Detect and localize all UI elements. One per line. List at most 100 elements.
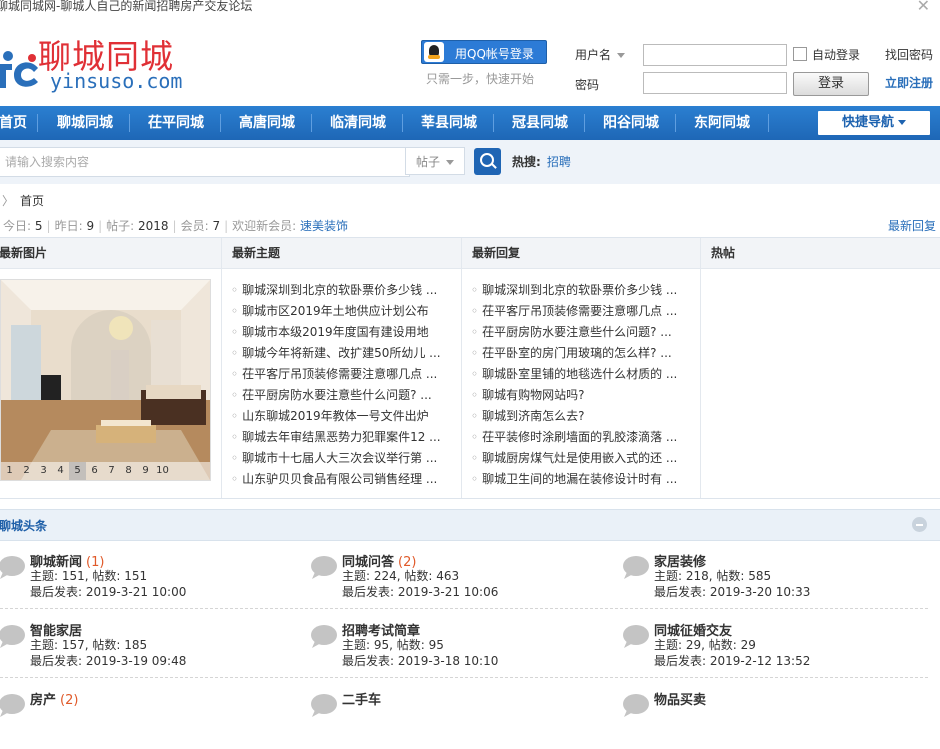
nav-item-linqing[interactable]: 临清同城 <box>330 106 386 140</box>
forum-name[interactable]: 房产 (2) <box>30 689 78 708</box>
find-password-link[interactable]: 找回密码 <box>885 46 933 63</box>
forum-last-post[interactable]: 最后发表: 2019-2-12 13:52 <box>654 652 810 669</box>
slider-page-button[interactable]: 2 <box>18 462 35 480</box>
slider-page-button[interactable]: 10 <box>154 462 171 480</box>
slider-page-button[interactable]: 7 <box>103 462 120 480</box>
topic-link[interactable]: 茌平厨房防水要注意些什么问题? ... <box>231 385 446 406</box>
quick-nav-button[interactable]: 快捷导航 <box>818 111 930 135</box>
forum-item[interactable]: 家居装修 主题: 218, 帖数: 585 最后发表: 2019-3-20 10:3… <box>621 551 921 611</box>
column-divider <box>221 238 222 498</box>
nav-divider <box>220 114 221 132</box>
topic-link[interactable]: 茌平客厅吊顶装修需要注意哪几点 ... <box>231 364 446 385</box>
slider-page-button[interactable]: 9 <box>137 462 154 480</box>
username-label: 用户名 <box>575 48 612 62</box>
living-room-photo <box>1 280 210 480</box>
chevron-down-icon <box>446 160 455 165</box>
col-title-latest-images: 最新图片 <box>0 246 48 260</box>
forum-item[interactable]: 智能家居 主题: 157, 帖数: 185 最后发表: 2019-3-19 09:4… <box>0 620 297 680</box>
chevron-down-icon <box>617 53 626 58</box>
forum-last-post[interactable]: 最后发表: 2019-3-19 09:48 <box>30 652 186 669</box>
nav-divider <box>768 114 769 132</box>
topic-link[interactable]: 聊城市十七届人大三次会议举行第 ... <box>231 448 446 469</box>
reply-link[interactable]: 茌平卧室的房门用玻璃的怎么样? ... <box>471 343 686 364</box>
latest-reply-link[interactable]: 最新回复 <box>888 217 936 234</box>
forum-last-post[interactable]: 最后发表: 2019-3-21 10:06 <box>342 583 498 600</box>
nav-item-home[interactable]: 首页 <box>0 106 27 140</box>
logo-domain[interactable]: yinsuso.com <box>50 69 182 93</box>
reply-link[interactable]: 聊城深圳到北京的软卧票价多少钱 ... <box>471 280 686 301</box>
reply-link[interactable]: 聊城卫生间的地漏在装修设计时有 ... <box>471 469 686 490</box>
topic-link[interactable]: 聊城去年审结黑恶势力犯罪案件12 ... <box>231 427 446 448</box>
nav-item-chiping[interactable]: 茌平同城 <box>148 106 204 140</box>
nav-item-yanggu[interactable]: 阳谷同城 <box>603 106 659 140</box>
reply-link[interactable]: 聊城到济南怎么去? <box>471 406 686 427</box>
forum-item[interactable]: 物品买卖 <box>621 689 921 749</box>
topic-link[interactable]: 聊城市本级2019年度国有建设用地 <box>231 322 446 343</box>
close-icon[interactable]: ✕ <box>917 0 930 15</box>
slider-page-button[interactable]: 3 <box>35 462 52 480</box>
forum-last-post[interactable]: 最后发表: 2019-3-21 10:00 <box>30 583 186 600</box>
featured-image[interactable]: 1 2 3 4 5 6 7 8 9 10 <box>0 279 211 481</box>
reply-link[interactable]: 茌平装修时涂刷墙面的乳胶漆滴落 ... <box>471 427 686 448</box>
forum-item[interactable]: 同城问答 (2) 主题: 224, 帖数: 463 最后发表: 2019-3-21 1… <box>309 551 609 611</box>
forum-item[interactable]: 招聘考试简章 主题: 95, 帖数: 95 最后发表: 2019-3-18 10:1… <box>309 620 609 680</box>
search-type-select[interactable]: 帖子 <box>405 147 465 175</box>
search-button[interactable] <box>474 148 501 175</box>
reply-link[interactable]: 茌平厨房防水要注意些什么问题? ... <box>471 322 686 343</box>
forum-stats: 主题: 29, 帖数: 29 <box>654 638 756 652</box>
register-link[interactable]: 立即注册 <box>885 74 933 91</box>
search-input[interactable]: 请输入搜索内容 <box>0 147 410 177</box>
nav-item-donge[interactable]: 东阿同城 <box>694 106 750 140</box>
stat-yesterday-label: 昨日: <box>54 219 83 233</box>
search-type-label: 帖子 <box>416 155 441 169</box>
forum-item[interactable]: 聊城新闻 (1) 主题: 151, 帖数: 151 最后发表: 2019-3-21 1… <box>0 551 297 611</box>
forum-name[interactable]: 物品买卖 <box>654 689 710 708</box>
qq-login-button[interactable]: 用QQ帐号登录 <box>421 40 547 64</box>
breadcrumb-home[interactable]: 首页 <box>20 194 44 208</box>
password-input[interactable] <box>643 72 787 94</box>
slider-page-button[interactable]: 1 <box>1 462 18 480</box>
forum-item[interactable]: 二手车 <box>309 689 609 749</box>
remember-me-checkbox[interactable]: 自动登录 <box>793 46 860 63</box>
topic-link[interactable]: 聊城今年将新建、改扩建50所幼儿 ... <box>231 343 446 364</box>
category-title[interactable]: 聊城头条 <box>0 517 47 534</box>
username-input[interactable] <box>643 44 787 66</box>
topic-link[interactable]: 聊城市区2019年土地供应计划公布 <box>231 301 446 322</box>
topic-link[interactable]: 山东聊城2019年教体一号文件出炉 <box>231 406 446 427</box>
new-topics-list: 聊城深圳到北京的软卧票价多少钱 ...聊城市区2019年土地供应计划公布聊城市本… <box>231 280 446 490</box>
nav-divider <box>584 114 585 132</box>
forum-item[interactable]: 同城征婚交友 主题: 29, 帖数: 29 最后发表: 2019-2-12 13:5… <box>621 620 921 680</box>
reply-link[interactable]: 聊城厨房煤气灶是使用嵌入式的还 ... <box>471 448 686 469</box>
username-type-select[interactable]: 用户名 <box>575 46 626 63</box>
logo-icon[interactable] <box>0 48 42 92</box>
reply-link[interactable]: 聊城有购物网站吗? <box>471 385 686 406</box>
forum-title[interactable]: 物品买卖 <box>654 693 706 708</box>
login-button[interactable]: 登录 <box>793 72 869 96</box>
slider-page-button[interactable]: 4 <box>52 462 69 480</box>
forum-name[interactable]: 二手车 <box>342 689 385 708</box>
nav-item-liaocheng[interactable]: 聊城同城 <box>57 106 113 140</box>
nav-item-shenxian[interactable]: 莘县同城 <box>421 106 477 140</box>
topic-link[interactable]: 山东驴贝贝食品有限公司销售经理 ... <box>231 469 446 490</box>
collapse-icon[interactable] <box>912 517 927 532</box>
forum-last-post[interactable]: 最后发表: 2019-3-20 10:33 <box>654 583 810 600</box>
site-stats: 今日: 5 | 昨日: 9 | 帖子: 2018 | 会员: 7 | 欢迎新会员: 速美装饰 <box>3 219 349 233</box>
window-title-bar: 聊城同城网-聊城人自己的新闻招聘房产交友论坛 ✕ <box>0 0 940 15</box>
topic-link[interactable]: 聊城深圳到北京的软卧票价多少钱 ... <box>231 280 446 301</box>
hot-search-term[interactable]: 招聘 <box>547 155 571 169</box>
slider-page-button[interactable]: 8 <box>120 462 137 480</box>
new-member-link[interactable]: 速美装饰 <box>300 219 348 233</box>
forum-last-post[interactable]: 最后发表: 2019-3-18 10:10 <box>342 652 498 669</box>
reply-link[interactable]: 茌平客厅吊顶装修需要注意哪几点 ... <box>471 301 686 322</box>
forum-stats: 主题: 151, 帖数: 151 <box>30 569 148 583</box>
chevron-right-icon: 〉 <box>2 194 15 208</box>
reply-link[interactable]: 聊城卧室里铺的地毯选什么材质的 ... <box>471 364 686 385</box>
slider-page-button[interactable]: 6 <box>86 462 103 480</box>
forum-title[interactable]: 二手车 <box>342 693 381 708</box>
slider-page-button[interactable]: 5 <box>69 462 86 480</box>
nav-item-gaotang[interactable]: 高唐同城 <box>239 106 295 140</box>
col-title-new-replies: 最新回复 <box>472 246 521 260</box>
nav-item-guanxian[interactable]: 冠县同城 <box>512 106 568 140</box>
forum-item[interactable]: 房产 (2) <box>0 689 297 749</box>
forum-title[interactable]: 房产 <box>30 693 56 708</box>
